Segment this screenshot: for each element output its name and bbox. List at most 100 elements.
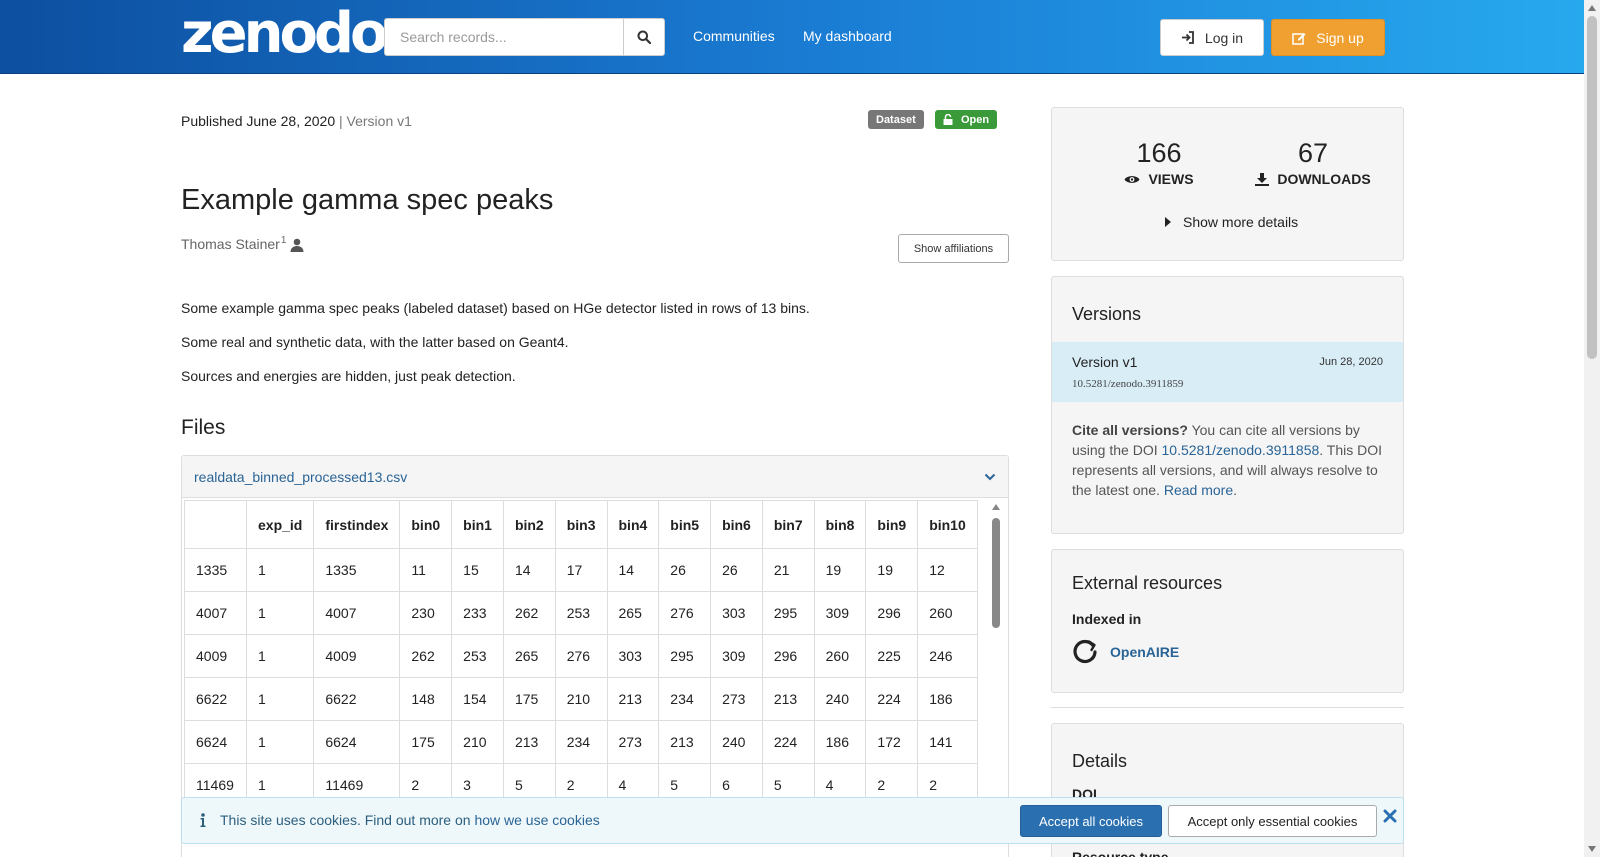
show-more-details-toggle[interactable]: Show more details bbox=[1165, 214, 1298, 230]
concept-doi-link[interactable]: 10.5281/zenodo.3911858 bbox=[1162, 442, 1320, 458]
table-cell: 303 bbox=[606, 634, 660, 678]
table-cell: 14 bbox=[606, 548, 660, 592]
table-cell: 253 bbox=[451, 634, 504, 678]
unlock-icon bbox=[943, 114, 953, 125]
table-cell: 234 bbox=[554, 720, 608, 764]
table-cell: 295 bbox=[658, 634, 712, 678]
table-cell: 6624 bbox=[184, 720, 247, 764]
table-cell: 224 bbox=[761, 720, 815, 764]
column-header: exp_id bbox=[245, 500, 315, 549]
column-header: bin9 bbox=[865, 500, 919, 549]
download-icon bbox=[1255, 172, 1270, 186]
cookie-message: This site uses cookies. Find out more on… bbox=[200, 812, 600, 828]
dataset-badge: Dataset bbox=[868, 110, 924, 129]
search-input[interactable] bbox=[384, 18, 624, 56]
page-scrollbar-thumb[interactable] bbox=[1587, 16, 1597, 359]
caret-right-icon bbox=[1165, 217, 1171, 227]
eye-icon bbox=[1124, 175, 1140, 183]
table-cell: 224 bbox=[865, 677, 919, 721]
table-cell: 26 bbox=[658, 548, 712, 592]
show-more-details-label: Show more details bbox=[1183, 214, 1299, 230]
description-paragraph: Some real and synthetic data, with the l… bbox=[181, 334, 569, 350]
accept-essential-cookies-button[interactable]: Accept only essential cookies bbox=[1168, 805, 1377, 837]
table-cell: 260 bbox=[917, 591, 978, 635]
table-cell: 273 bbox=[606, 720, 660, 764]
table-cell: 262 bbox=[399, 634, 453, 678]
open-badge-label: Open bbox=[961, 113, 990, 126]
version-name[interactable]: Version v1 bbox=[1072, 354, 1137, 370]
openaire-entry[interactable]: OpenAIRE bbox=[1072, 639, 1179, 665]
table-cell: 19 bbox=[813, 548, 867, 592]
column-header: bin4 bbox=[606, 500, 660, 549]
table-cell: 1 bbox=[245, 677, 315, 721]
cookie-policy-link[interactable]: how we use cookies bbox=[474, 812, 599, 828]
column-header: bin7 bbox=[761, 500, 815, 549]
resource-type-label: Resource type bbox=[1072, 849, 1169, 857]
open-access-badge: Open bbox=[935, 110, 998, 129]
table-cell: 273 bbox=[710, 677, 763, 721]
read-more-link[interactable]: Read more bbox=[1164, 482, 1233, 498]
author-line: Thomas Stainer 1 bbox=[181, 236, 304, 252]
published-line: Published June 28, 2020 | Version v1 bbox=[181, 113, 412, 129]
nav-my-dashboard[interactable]: My dashboard bbox=[803, 28, 892, 44]
external-resources-title: External resources bbox=[1072, 573, 1223, 593]
column-header: bin0 bbox=[399, 500, 453, 549]
table-cell: 11 bbox=[399, 548, 453, 592]
details-title: Details bbox=[1072, 751, 1128, 771]
table-cell: 234 bbox=[658, 677, 712, 721]
table-cell: 246 bbox=[917, 634, 978, 678]
table-cell: 6622 bbox=[313, 677, 401, 721]
table-cell: 265 bbox=[502, 634, 556, 678]
version-doi: 10.5281/zenodo.3911859 bbox=[1072, 378, 1184, 390]
chevron-down-icon[interactable] bbox=[984, 473, 996, 481]
cite-text: . bbox=[1233, 482, 1237, 498]
table-cell: 12 bbox=[917, 548, 978, 592]
version-row-v1[interactable]: Version v1 Jun 28, 2020 10.5281/zenodo.3… bbox=[1052, 342, 1403, 402]
table-row: 1335 1 1335 11 15 14 17 14 26 26 21 19 19 12 bbox=[184, 548, 978, 592]
zenodo-logo[interactable]: zenodo bbox=[181, 6, 388, 62]
scrollbar-thumb[interactable] bbox=[992, 518, 1000, 628]
file-preview-header[interactable]: realdata_binned_processed13.csv bbox=[182, 456, 1008, 498]
version-label: | Version v1 bbox=[339, 113, 412, 129]
page-scrollbar[interactable] bbox=[1584, 0, 1600, 857]
table-cell: 141 bbox=[917, 720, 978, 764]
downloads-count: 67 bbox=[1297, 138, 1329, 168]
published-date: Published June 28, 2020 bbox=[181, 113, 336, 129]
table-cell: 1335 bbox=[184, 548, 247, 592]
search-button[interactable] bbox=[623, 18, 665, 56]
login-button[interactable]: Log in bbox=[1160, 19, 1264, 56]
author-name[interactable]: Thomas Stainer bbox=[181, 236, 280, 252]
file-link[interactable]: realdata_binned_processed13.csv bbox=[194, 469, 407, 485]
table-cell: 295 bbox=[761, 591, 815, 635]
openaire-link[interactable]: OpenAIRE bbox=[1110, 644, 1179, 660]
show-affiliations-button[interactable]: Show affiliations bbox=[898, 234, 1009, 263]
versions-card: Versions Version v1 Jun 28, 2020 10.5281… bbox=[1051, 276, 1404, 534]
scroll-up-arrow[interactable] bbox=[992, 504, 1000, 510]
signup-button[interactable]: Sign up bbox=[1271, 19, 1385, 56]
affiliation-number: 1 bbox=[280, 235, 287, 246]
accept-all-cookies-button[interactable]: Accept all cookies bbox=[1020, 805, 1162, 837]
table-cell: 296 bbox=[865, 591, 919, 635]
views-count: 166 bbox=[1136, 138, 1182, 168]
table-cell: 210 bbox=[554, 677, 608, 721]
close-icon[interactable] bbox=[1383, 809, 1397, 823]
table-cell: 175 bbox=[502, 677, 556, 721]
table-cell: 210 bbox=[451, 720, 504, 764]
table-cell: 262 bbox=[502, 591, 556, 635]
info-icon bbox=[200, 813, 206, 827]
scroll-down-arrow[interactable] bbox=[1588, 846, 1596, 852]
table-cell: 213 bbox=[658, 720, 712, 764]
nav-communities[interactable]: Communities bbox=[693, 28, 775, 44]
views-label: VIEWS bbox=[1148, 171, 1194, 187]
table-cell: 4007 bbox=[184, 591, 247, 635]
table-row: 6622 1 6622 148 154 175 210 213 234 273 213 240 224 1… bbox=[184, 677, 978, 721]
column-header: bin1 bbox=[451, 500, 504, 549]
indexed-in-label: Indexed in bbox=[1072, 611, 1142, 627]
table-cell: 175 bbox=[399, 720, 453, 764]
cite-all-versions-text: Cite all versions? You can cite all vers… bbox=[1072, 420, 1387, 500]
table-cell: 15 bbox=[451, 548, 504, 592]
table-row: 4009 1 4009 262 253 265 276 303 295 309 296 260 225 2… bbox=[184, 634, 978, 678]
csv-preview-table: exp_id firstindex bin0 bin1 bin2 bin3 bin4 bin5… bbox=[184, 500, 978, 807]
table-cell: 240 bbox=[813, 677, 867, 721]
scroll-up-arrow[interactable] bbox=[1588, 5, 1596, 11]
